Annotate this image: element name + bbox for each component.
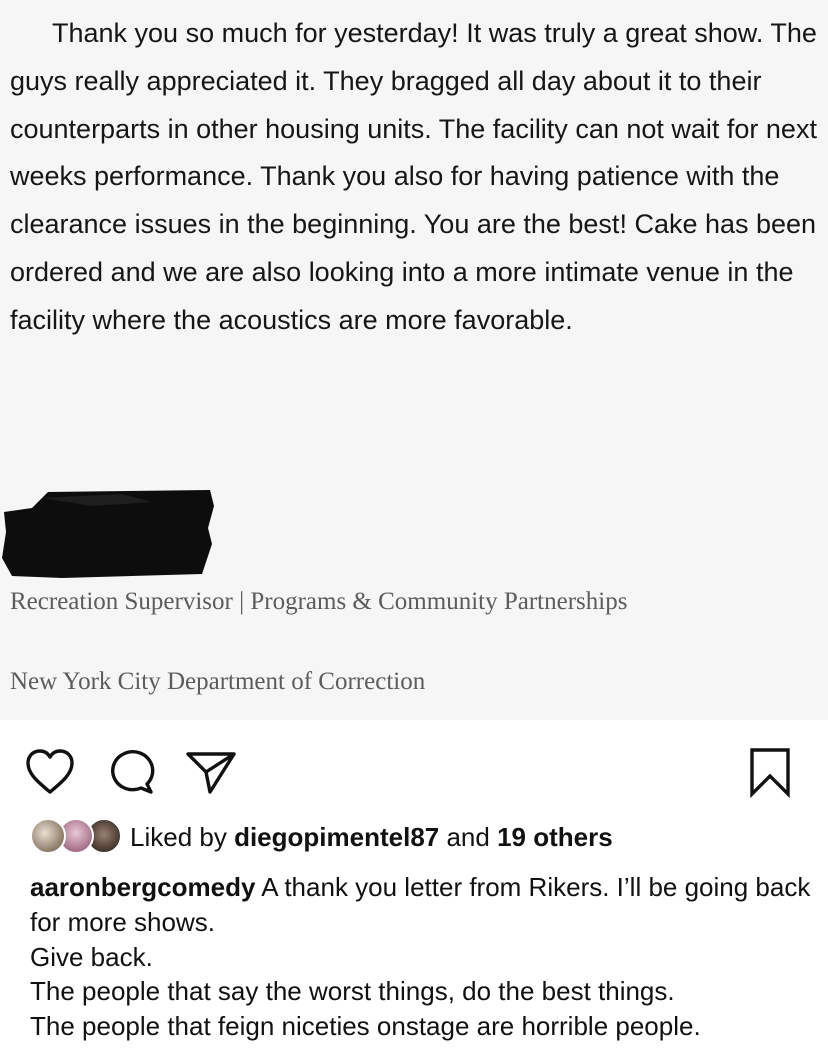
caption-username-link[interactable]: aaronbergcomedy: [30, 872, 255, 902]
heart-outline-icon[interactable]: [24, 746, 76, 798]
caption-line: Give back.: [30, 941, 153, 972]
likes-summary[interactable]: Liked by diegopimentel87 and 19 others: [30, 816, 820, 858]
others-link[interactable]: 19 others: [497, 822, 613, 852]
speech-bubble-icon[interactable]: [105, 746, 157, 798]
post-image[interactable]: Thank you so much for yesterday! It was …: [0, 0, 828, 720]
post-caption: aaronbergcomedy A thank you letter from …: [30, 870, 820, 1044]
caption-line: The people that feign niceties onstage a…: [30, 1011, 701, 1042]
liker-avatars[interactable]: [30, 817, 122, 857]
signature-organization: New York City Department of Correction: [10, 668, 426, 695]
bookmark-icon[interactable]: [744, 746, 796, 798]
letter-body-text: Thank you so much for yesterday! It was …: [10, 18, 817, 335]
signature-title: Recreation Supervisor | Programs & Commu…: [10, 588, 628, 615]
likes-conjunction: and: [446, 821, 490, 852]
caption-line: The people that say the worst things, do…: [30, 976, 675, 1007]
post-action-bar: [0, 738, 828, 800]
avatar: [30, 818, 66, 854]
paper-plane-icon[interactable]: [184, 746, 236, 798]
likes-prefix: Liked by: [130, 821, 227, 852]
redaction-mark: [2, 490, 214, 578]
liker-username-link[interactable]: diegopimentel87: [234, 822, 439, 852]
caption-line: aaronbergcomedy A thank you letter from …: [30, 870, 820, 940]
likes-text: Liked by diegopimentel87 and 19 others: [130, 822, 613, 853]
